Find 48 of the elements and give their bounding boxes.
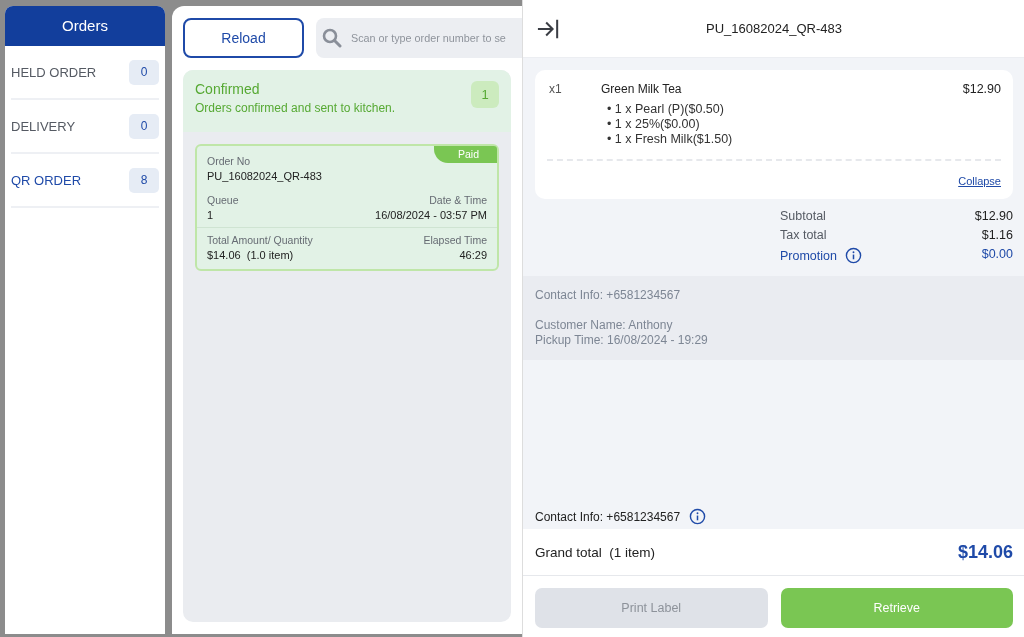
total-value: $0.00	[981, 247, 1013, 263]
total-label: Tax total	[780, 228, 827, 242]
count-badge: 8	[129, 167, 159, 193]
field-label: Order No	[207, 155, 252, 167]
queue-number: 1	[207, 209, 215, 221]
field-label: Total Amount/ Quantity	[207, 234, 313, 246]
order-date: 16/08/2024 - 03:57 PM	[375, 209, 487, 221]
contact-info: Contact Info: +6581234567	[535, 509, 681, 524]
field-label: Date & Time	[428, 194, 487, 206]
customer-info-text: Pickup Time: 16/08/2024 - 19:29	[535, 333, 709, 348]
total-value: $1.16	[981, 228, 1013, 242]
total-label: Promotion	[780, 248, 837, 263]
order-card[interactable]: Paid Order No PU_16082024_QR-483 Queue 1 Date & Time 16/08/2024 - 03:57 PM Total Amount/ Quantity $14.06 (1.0 item) Elapsed Time 46:29	[195, 144, 499, 271]
total-value: $12.90	[974, 209, 1013, 223]
grand-total-value: $14.06	[957, 541, 1013, 563]
order-amount: $14.06 (1.0 item)	[207, 249, 295, 261]
search-placeholder: Scan or type order number to se	[351, 32, 506, 44]
group-subtitle: Orders confirmed and sent to kitchen.	[195, 101, 396, 115]
customer-info-text: Contact Info: +6581234567	[535, 288, 682, 303]
item-modifier: • 1 x Fresh Milk($1.50)	[606, 132, 734, 147]
search-icon	[322, 28, 342, 48]
collapse-panel-icon[interactable]	[536, 17, 560, 40]
count-badge: 0	[129, 113, 159, 139]
sidebar-title: Orders	[5, 6, 165, 46]
sidebar-item[interactable]: QR ORDER 8	[11, 154, 159, 208]
collapse-link[interactable]: Collapse	[958, 175, 1001, 187]
detail-title: PU_16082024_QR-483	[705, 21, 843, 36]
reload-button[interactable]: Reload	[183, 18, 304, 58]
group-title: Confirmed	[195, 81, 261, 97]
field-label: Queue	[207, 194, 239, 206]
paid-badge: Paid	[434, 146, 497, 163]
item-price: $12.90	[962, 82, 1001, 96]
field-label: Elapsed Time	[423, 234, 487, 246]
item-name: Green Milk Tea	[601, 82, 683, 96]
sidebar-item[interactable]: DELIVERY 0	[11, 100, 159, 154]
customer-info-text: Customer Name: Anthony	[535, 318, 674, 333]
info-icon[interactable]	[689, 508, 707, 525]
info-icon[interactable]	[845, 247, 862, 264]
total-label: Subtotal	[780, 209, 826, 223]
count-badge: 0	[129, 59, 159, 85]
order-number: PU_16082024_QR-483	[207, 170, 323, 182]
item-modifier: • 1 x 25%($0.00)	[606, 117, 701, 132]
elapsed-time: 46:29	[458, 249, 487, 261]
sidebar-item[interactable]: HELD ORDER 0	[11, 46, 159, 100]
grand-total-label: Grand total (1 item)	[535, 544, 656, 560]
item-modifier: • 1 x Pearl (P)($0.50)	[606, 102, 725, 117]
item-quantity: x1	[548, 82, 563, 96]
count-badge: 1	[471, 81, 499, 108]
